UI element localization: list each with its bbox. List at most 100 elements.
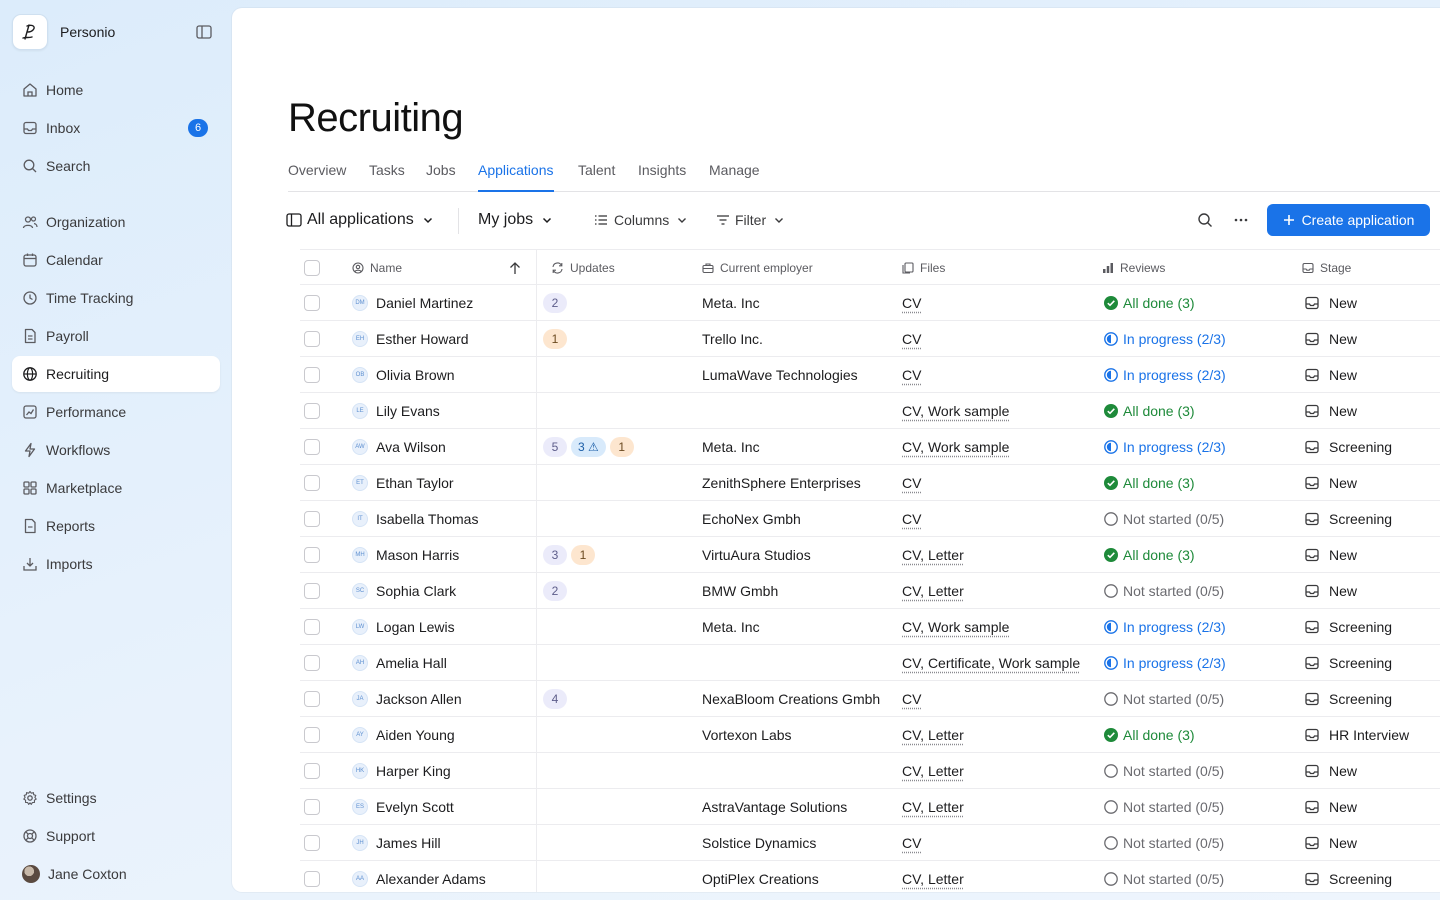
search-button[interactable] <box>1197 204 1213 236</box>
update-badge[interactable]: 1 <box>571 545 595 565</box>
update-badge[interactable]: 5 <box>543 437 567 457</box>
select-all-checkbox[interactable] <box>304 250 320 286</box>
candidate-name-cell[interactable]: HK Harper King <box>352 753 451 789</box>
files-cell[interactable]: CV <box>902 681 921 717</box>
stage-cell[interactable]: New <box>1305 357 1357 393</box>
reviews-cell[interactable]: Not started (0/5) <box>1104 681 1224 717</box>
tab-jobs[interactable]: Jobs <box>426 162 456 192</box>
row-checkbox[interactable] <box>304 645 320 681</box>
files-cell[interactable]: CV <box>902 285 921 321</box>
candidate-name-cell[interactable]: ET Ethan Taylor <box>352 465 454 501</box>
row-checkbox[interactable] <box>304 357 320 393</box>
stage-cell[interactable]: New <box>1305 789 1357 825</box>
nav-support[interactable]: Support <box>12 818 220 854</box>
reviews-cell[interactable]: All done (3) <box>1104 285 1195 321</box>
files-cell[interactable]: CV, Letter <box>902 717 964 753</box>
candidate-name-cell[interactable]: SC Sophia Clark <box>352 573 456 609</box>
user-profile[interactable]: Jane Coxton <box>12 856 220 892</box>
files-link[interactable]: CV <box>902 691 921 707</box>
stage-cell[interactable]: New <box>1305 537 1357 573</box>
reviews-cell[interactable]: In progress (2/3) <box>1104 609 1226 645</box>
column-header-stage[interactable]: Stage <box>1302 250 1351 286</box>
nav-imports[interactable]: Imports <box>12 546 220 582</box>
sort-arrow-up-icon[interactable] <box>509 250 521 286</box>
table-row[interactable]: AA Alexander Adams OptiPlex Creations CV… <box>300 861 1440 892</box>
jobs-selector[interactable]: My jobs <box>478 204 553 236</box>
stage-cell[interactable]: New <box>1305 573 1357 609</box>
reviews-cell[interactable]: Not started (0/5) <box>1104 861 1224 892</box>
row-checkbox[interactable] <box>304 717 320 753</box>
files-link[interactable]: CV, Letter <box>902 763 964 779</box>
table-row[interactable]: AH Amelia Hall CV, Certificate, Work sam… <box>300 645 1440 681</box>
files-cell[interactable]: CV, Letter <box>902 573 964 609</box>
nav-home[interactable]: Home <box>12 72 220 108</box>
stage-cell[interactable]: New <box>1305 825 1357 861</box>
update-badge[interactable]: 3 <box>543 545 567 565</box>
stage-cell[interactable]: Screening <box>1305 609 1392 645</box>
stage-cell[interactable]: HR Interview <box>1305 717 1409 753</box>
table-row[interactable]: MH Mason Harris 31 VirtuAura Studios CV,… <box>300 537 1440 573</box>
files-cell[interactable]: CV, Work sample <box>902 393 1009 429</box>
stage-cell[interactable]: Screening <box>1305 429 1392 465</box>
nav-recruiting[interactable]: Recruiting <box>12 356 220 392</box>
files-cell[interactable]: CV <box>902 825 921 861</box>
table-row[interactable]: ET Ethan Taylor ZenithSphere Enterprises… <box>300 465 1440 501</box>
tab-tasks[interactable]: Tasks <box>369 162 405 192</box>
row-checkbox[interactable] <box>304 429 320 465</box>
reviews-cell[interactable]: In progress (2/3) <box>1104 645 1226 681</box>
nav-workflows[interactable]: Workflows <box>12 432 220 468</box>
candidate-name-cell[interactable]: LW Logan Lewis <box>352 609 455 645</box>
files-link[interactable]: CV, Letter <box>902 727 964 743</box>
tab-talent[interactable]: Talent <box>578 162 615 192</box>
stage-cell[interactable]: Screening <box>1305 501 1392 537</box>
table-row[interactable]: OB Olivia Brown LumaWave Technologies CV… <box>300 357 1440 393</box>
reviews-cell[interactable]: In progress (2/3) <box>1104 357 1226 393</box>
update-badge[interactable]: 2 <box>543 293 567 313</box>
tab-manage[interactable]: Manage <box>709 162 760 192</box>
files-link[interactable]: CV <box>902 835 921 851</box>
files-link[interactable]: CV, Letter <box>902 583 964 599</box>
stage-cell[interactable]: Screening <box>1305 861 1392 892</box>
reviews-cell[interactable]: Not started (0/5) <box>1104 501 1224 537</box>
stage-cell[interactable]: New <box>1305 465 1357 501</box>
candidate-name-cell[interactable]: IT Isabella Thomas <box>352 501 478 537</box>
table-row[interactable]: SC Sophia Clark 2 BMW Gmbh CV, Letter No… <box>300 573 1440 609</box>
table-row[interactable]: AY Aiden Young Vortexon Labs CV, Letter … <box>300 717 1440 753</box>
nav-settings[interactable]: Settings <box>12 780 220 816</box>
sidebar-toggle-icon[interactable] <box>196 25 212 39</box>
reviews-cell[interactable]: All done (3) <box>1104 537 1195 573</box>
candidate-name-cell[interactable]: JA Jackson Allen <box>352 681 462 717</box>
candidate-name-cell[interactable]: OB Olivia Brown <box>352 357 455 393</box>
reviews-cell[interactable]: Not started (0/5) <box>1104 753 1224 789</box>
tab-overview[interactable]: Overview <box>288 162 346 192</box>
files-link[interactable]: CV <box>902 475 921 491</box>
table-row[interactable]: EH Esther Howard 1 Trello Inc. CV In pro… <box>300 321 1440 357</box>
files-cell[interactable]: CV <box>902 321 921 357</box>
nav-payroll[interactable]: Payroll <box>12 318 220 354</box>
column-header-name[interactable]: Name <box>352 250 402 286</box>
row-checkbox[interactable] <box>304 609 320 645</box>
files-cell[interactable]: CV, Letter <box>902 753 964 789</box>
candidate-name-cell[interactable]: LE Lily Evans <box>352 393 440 429</box>
tab-insights[interactable]: Insights <box>638 162 686 192</box>
stage-cell[interactable]: Screening <box>1305 681 1392 717</box>
reviews-cell[interactable]: All done (3) <box>1104 465 1195 501</box>
files-cell[interactable]: CV <box>902 465 921 501</box>
table-row[interactable]: JH James Hill Solstice Dynamics CV Not s… <box>300 825 1440 861</box>
row-checkbox[interactable] <box>304 573 320 609</box>
candidate-name-cell[interactable]: AH Amelia Hall <box>352 645 447 681</box>
files-link[interactable]: CV, Letter <box>902 871 964 887</box>
files-link[interactable]: CV, Work sample <box>902 619 1009 635</box>
nav-search[interactable]: Search <box>12 148 220 184</box>
brand[interactable]: Personio <box>12 14 115 50</box>
files-link[interactable]: CV, Work sample <box>902 439 1009 455</box>
stage-cell[interactable]: New <box>1305 393 1357 429</box>
tab-applications[interactable]: Applications <box>478 162 554 192</box>
files-cell[interactable]: CV <box>902 357 921 393</box>
row-checkbox[interactable] <box>304 465 320 501</box>
update-badge[interactable]: 2 <box>543 581 567 601</box>
nav-time-tracking[interactable]: Time Tracking <box>12 280 220 316</box>
table-row[interactable]: AW Ava Wilson 53 ⚠ 1 Meta. Inc CV, Work s… <box>300 429 1440 465</box>
row-checkbox[interactable] <box>304 861 320 892</box>
files-link[interactable]: CV <box>902 511 921 527</box>
